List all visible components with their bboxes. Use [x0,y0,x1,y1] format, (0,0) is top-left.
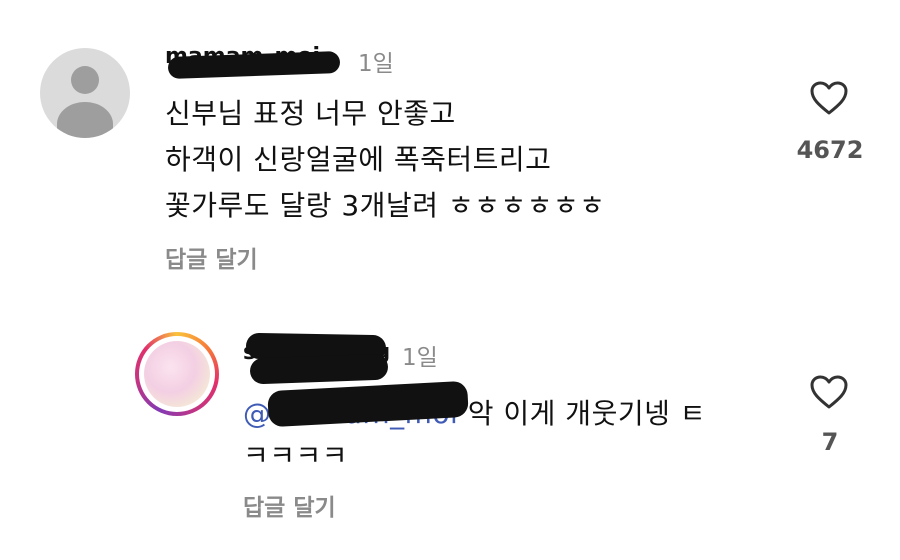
avatar-photo [144,341,210,407]
like-count: 4672 [796,136,864,164]
person-icon [71,66,99,94]
reply-text: 악 이게 개웃기넹 ㅌ [458,397,707,430]
like-count: 7 [821,428,839,456]
avatar[interactable] [135,332,219,416]
person-icon-body [57,102,113,138]
comment-text-line: 신부님 표정 너무 안좋고 [165,97,456,130]
reply-button[interactable]: 답글 달기 [243,488,336,522]
reply-time: 1일 [402,345,438,371]
comment-text-line: 꽃가루도 달랑 3개날려 ㅎㅎㅎㅎㅎㅎ [165,189,606,222]
heart-outline-icon[interactable] [809,374,849,410]
censor-mark [249,353,389,385]
reply-text-line: ㅋㅋㅋㅋ [243,439,349,472]
avatar[interactable] [40,48,130,138]
reply-button[interactable]: 답글 달기 [165,240,258,274]
censor-mark [167,51,341,79]
comment-time: 1일 [358,51,394,77]
heart-outline-icon[interactable] [809,80,849,116]
comment-text-line: 하객이 신랑얼굴에 폭죽터트리고 [165,143,552,176]
